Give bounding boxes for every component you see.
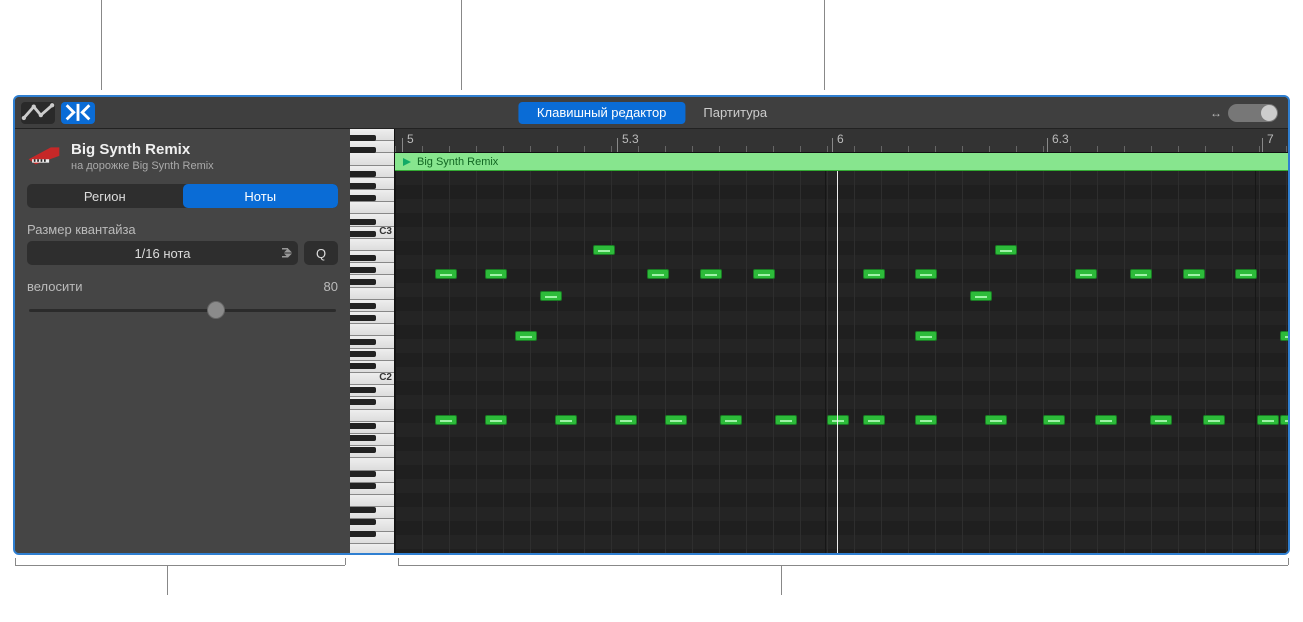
quantize-label: Размер квантайза: [27, 222, 338, 237]
quantize-value-dropdown[interactable]: 1/16 нота: [27, 241, 298, 265]
midi-note[interactable]: [915, 331, 937, 341]
note-grid[interactable]: [395, 171, 1288, 553]
velocity-label: велосити: [27, 279, 83, 294]
quantize-value-text: 1/16 нота: [134, 246, 190, 261]
midi-note[interactable]: [970, 291, 992, 301]
piano-keyboard[interactable]: C3 C2: [350, 129, 395, 553]
ruler-label: 7: [1267, 132, 1274, 146]
horizontal-zoom-icon: ↔: [1210, 106, 1222, 120]
midi-note[interactable]: [615, 415, 637, 425]
track-instrument-icon: [27, 143, 61, 167]
midi-note[interactable]: [1183, 269, 1205, 279]
midi-note[interactable]: [1257, 415, 1279, 425]
tab-score[interactable]: Партитура: [685, 102, 785, 124]
midi-note[interactable]: [1043, 415, 1065, 425]
region-play-icon: [401, 156, 413, 168]
midi-note[interactable]: [1280, 415, 1288, 425]
key-label: C3: [379, 226, 392, 237]
tab-piano-roll[interactable]: Клавишный редактор: [518, 102, 685, 124]
midi-note[interactable]: [593, 245, 615, 255]
midi-note[interactable]: [1203, 415, 1225, 425]
timeline-ruler[interactable]: 5 5.3 6 6.3 7: [395, 129, 1288, 153]
inspector-mode-segment[interactable]: Регион Ноты: [27, 184, 338, 208]
midi-note[interactable]: [555, 415, 577, 425]
midi-note[interactable]: [775, 415, 797, 425]
piano-roll-window: Клавишный редактор Партитура ↔ Big Synth…: [13, 95, 1290, 555]
catch-playhead-button[interactable]: [61, 102, 95, 124]
key-label: C2: [379, 372, 392, 383]
midi-note[interactable]: [485, 415, 507, 425]
track-title: Big Synth Remix: [71, 141, 214, 158]
midi-note[interactable]: [1130, 269, 1152, 279]
midi-note[interactable]: [515, 331, 537, 341]
callout-line: [461, 0, 462, 90]
midi-note[interactable]: [1150, 415, 1172, 425]
callout-bracket: [398, 565, 1288, 566]
ruler-label: 6: [837, 132, 844, 146]
midi-note[interactable]: [435, 415, 457, 425]
midi-note[interactable]: [1280, 331, 1288, 341]
midi-note[interactable]: [647, 269, 669, 279]
inspector-panel: Big Synth Remix на дорожке Big Synth Rem…: [15, 129, 350, 553]
callout-bracket: [15, 565, 345, 566]
midi-note[interactable]: [435, 269, 457, 279]
midi-note[interactable]: [700, 269, 722, 279]
midi-note[interactable]: [1075, 269, 1097, 279]
midi-note[interactable]: [863, 415, 885, 425]
velocity-slider[interactable]: [27, 300, 338, 320]
midi-note[interactable]: [665, 415, 687, 425]
ruler-label: 5: [407, 132, 414, 146]
callout-line: [101, 0, 102, 90]
velocity-value: 80: [324, 279, 338, 294]
midi-note[interactable]: [915, 269, 937, 279]
midi-note[interactable]: [827, 415, 849, 425]
midi-note[interactable]: [995, 245, 1017, 255]
ruler-label: 6.3: [1052, 132, 1069, 146]
segment-region[interactable]: Регион: [27, 184, 183, 208]
automation-view-button[interactable]: [21, 102, 55, 124]
segment-notes[interactable]: Ноты: [183, 184, 339, 208]
midi-note[interactable]: [1095, 415, 1117, 425]
piano-roll-editor: 5 5.3 6 6.3 7 Big Synth Remix: [395, 129, 1288, 553]
midi-note[interactable]: [985, 415, 1007, 425]
horizontal-autozoom-toggle[interactable]: [1228, 104, 1278, 122]
midi-note[interactable]: [863, 269, 885, 279]
track-subtitle: на дорожке Big Synth Remix: [71, 160, 214, 172]
midi-note[interactable]: [720, 415, 742, 425]
region-header[interactable]: Big Synth Remix: [395, 153, 1288, 171]
midi-note[interactable]: [1235, 269, 1257, 279]
midi-note[interactable]: [485, 269, 507, 279]
midi-note[interactable]: [753, 269, 775, 279]
ruler-label: 5.3: [622, 132, 639, 146]
midi-note[interactable]: [915, 415, 937, 425]
playhead[interactable]: [837, 171, 838, 553]
callout-line: [824, 0, 825, 90]
editor-menubar: Клавишный редактор Партитура ↔: [15, 97, 1288, 129]
region-name: Big Synth Remix: [417, 156, 498, 168]
midi-note[interactable]: [540, 291, 562, 301]
quantize-apply-button[interactable]: Q: [304, 241, 338, 265]
